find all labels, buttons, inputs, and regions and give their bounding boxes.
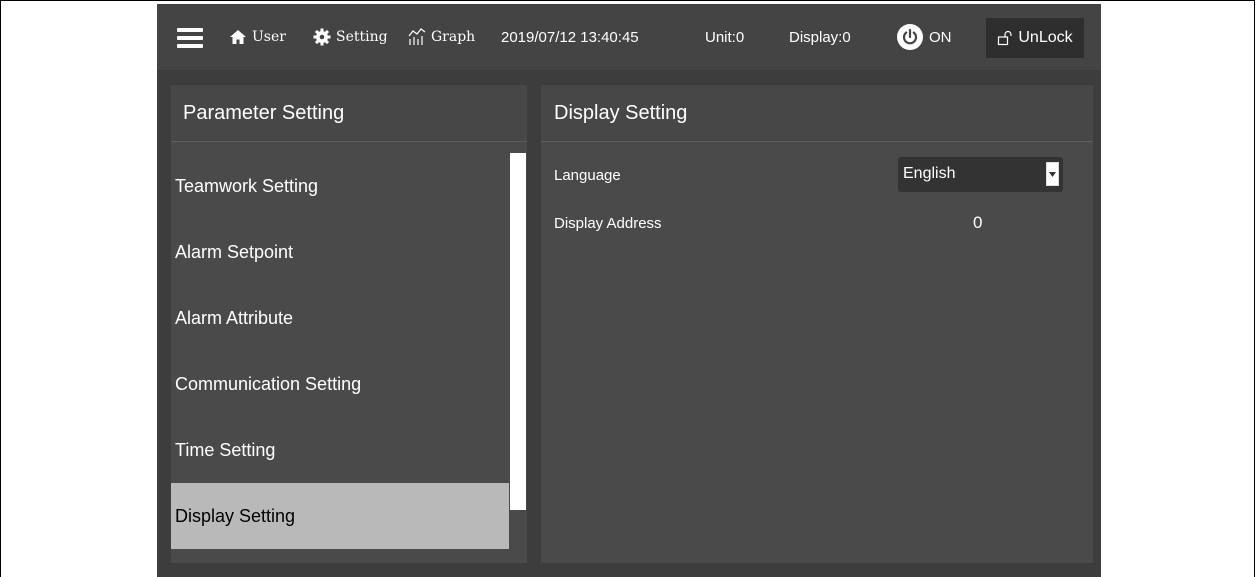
gear-icon	[313, 28, 331, 46]
user-nav-label: User	[252, 29, 286, 45]
display-address-value[interactable]: 0	[973, 213, 982, 233]
display-setting-panel: Display Setting Language English Display…	[541, 85, 1093, 563]
setting-nav-button[interactable]: Setting	[313, 4, 388, 70]
menu-item-communication-setting[interactable]: Communication Setting	[171, 351, 509, 417]
display-setting-title: Display Setting	[541, 85, 1093, 142]
device-screen: User Setting Graph 2019/07/12 13:40:45 U…	[157, 4, 1101, 577]
menu-item-teamwork-setting[interactable]: Teamwork Setting	[171, 153, 509, 219]
menu-scrollbar[interactable]	[510, 153, 526, 510]
power-button[interactable]: ON	[897, 4, 952, 70]
menu-item-alarm-setpoint[interactable]: Alarm Setpoint	[171, 219, 509, 285]
display-status: Display:0	[789, 28, 851, 46]
top-bar: User Setting Graph 2019/07/12 13:40:45 U…	[157, 4, 1101, 70]
dropdown-arrow-icon[interactable]	[1046, 162, 1059, 186]
power-state-label: ON	[929, 28, 952, 46]
power-icon	[897, 24, 923, 50]
parameter-menu-list: Teamwork Setting Alarm Setpoint Alarm At…	[171, 153, 509, 559]
unlock-icon	[998, 30, 1012, 46]
unit-status: Unit:0	[705, 28, 745, 46]
menu-icon[interactable]	[177, 28, 203, 48]
parameter-setting-panel: Parameter Setting Teamwork Setting Alarm…	[171, 85, 527, 563]
unlock-button[interactable]: UnLock	[986, 18, 1084, 58]
language-label: Language	[554, 167, 621, 184]
menu-item-alarm-attribute[interactable]: Alarm Attribute	[171, 285, 509, 351]
setting-nav-label: Setting	[336, 29, 388, 45]
graph-nav-button[interactable]: Graph	[408, 4, 475, 70]
menu-item-display-setting[interactable]: Display Setting	[171, 483, 509, 549]
home-icon	[230, 30, 246, 44]
user-nav-button[interactable]: User	[229, 4, 286, 70]
language-select-value: English	[903, 165, 956, 182]
parameter-setting-title: Parameter Setting	[171, 85, 527, 142]
datetime-display: 2019/07/12 13:40:45	[501, 28, 639, 46]
graph-icon	[408, 28, 426, 45]
display-address-label: Display Address	[554, 215, 662, 232]
language-select[interactable]: English	[898, 157, 1063, 192]
graph-nav-label: Graph	[431, 29, 476, 45]
menu-item-time-setting[interactable]: Time Setting	[171, 417, 509, 483]
unlock-label: UnLock	[1018, 29, 1073, 46]
